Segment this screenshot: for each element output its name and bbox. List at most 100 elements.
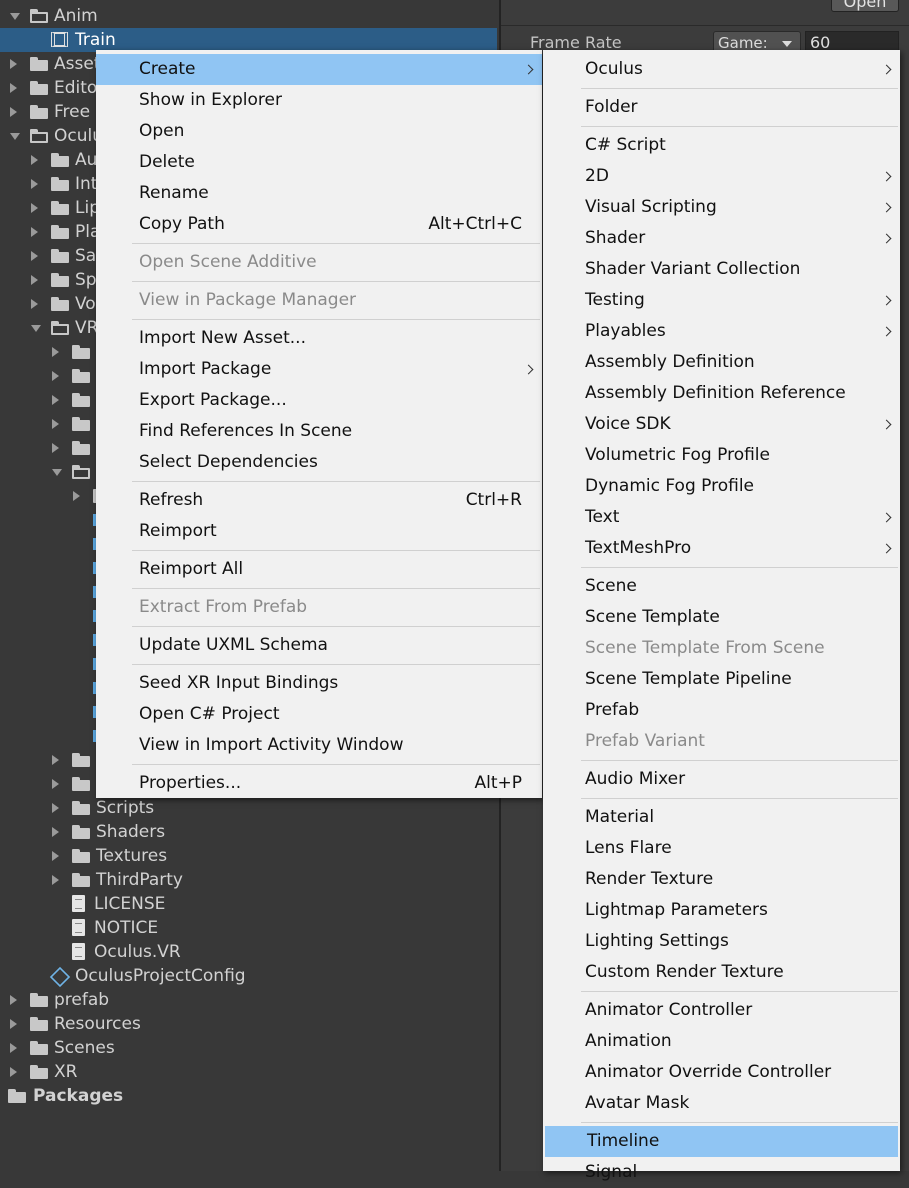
menu-item-testing[interactable]: Testing [543, 285, 900, 316]
menu-item-seed-xr-input-bindings[interactable]: Seed XR Input Bindings [96, 668, 542, 699]
tree-row-scripts[interactable]: Scripts [0, 796, 497, 820]
expand-arrow-right-icon[interactable] [31, 179, 38, 189]
menu-item-textmeshpro[interactable]: TextMeshPro [543, 533, 900, 564]
menu-item-material[interactable]: Material [543, 802, 900, 833]
menu-item-properties[interactable]: Properties... Alt+P [96, 768, 542, 799]
menu-item-rename[interactable]: Rename [96, 178, 542, 209]
expand-arrow-right-icon[interactable] [52, 443, 59, 453]
menu-item-visual-scripting[interactable]: Visual Scripting [543, 192, 900, 223]
expand-arrow-right-icon[interactable] [73, 491, 80, 501]
expand-arrow-down-icon[interactable] [10, 13, 20, 20]
expand-arrow-right-icon[interactable] [52, 347, 59, 357]
menu-item-signal[interactable]: Signal [543, 1157, 900, 1188]
expand-arrow-right-icon[interactable] [52, 419, 59, 429]
tree-row-shaders[interactable]: Shaders [0, 820, 497, 844]
menu-item-prefab[interactable]: Prefab [543, 695, 900, 726]
menu-item-folder[interactable]: Folder [543, 92, 900, 123]
menu-item-reimport[interactable]: Reimport [96, 516, 542, 547]
expand-arrow-right-icon[interactable] [31, 299, 38, 309]
tree-row-oculus-vr[interactable]: Oculus.VR [0, 940, 497, 964]
expand-arrow-right-icon[interactable] [31, 251, 38, 261]
menu-item-avatar-mask[interactable]: Avatar Mask [543, 1088, 900, 1119]
expand-arrow-right-icon[interactable] [10, 107, 17, 117]
tree-row-xr[interactable]: XR [0, 1060, 497, 1084]
expand-arrow-right-icon[interactable] [10, 1067, 17, 1077]
menu-item-lens-flare[interactable]: Lens Flare [543, 833, 900, 864]
menu-item-animation[interactable]: Animation [543, 1026, 900, 1057]
menu-item-lighting-settings[interactable]: Lighting Settings [543, 926, 900, 957]
expand-arrow-right-icon[interactable] [52, 779, 59, 789]
tree-row-packages[interactable]: Packages [0, 1084, 497, 1108]
menu-item-animator-controller[interactable]: Animator Controller [543, 995, 900, 1026]
expand-arrow-right-icon[interactable] [52, 803, 59, 813]
menu-item-render-texture[interactable]: Render Texture [543, 864, 900, 895]
tree-row-oculusprojectconfig[interactable]: OculusProjectConfig [0, 964, 497, 988]
menu-item-animator-override-controller[interactable]: Animator Override Controller [543, 1057, 900, 1088]
menu-item-lightmap-parameters[interactable]: Lightmap Parameters [543, 895, 900, 926]
tree-row-thirdparty[interactable]: ThirdParty [0, 868, 497, 892]
menu-item-copy-path[interactable]: Copy Path Alt+Ctrl+C [96, 209, 542, 240]
expand-arrow-right-icon[interactable] [52, 875, 59, 885]
menu-item-shader-variant-collection[interactable]: Shader Variant Collection [543, 254, 900, 285]
tree-row-anim[interactable]: Anim [0, 4, 497, 28]
menu-item-scene[interactable]: Scene [543, 571, 900, 602]
expand-arrow-right-icon[interactable] [52, 827, 59, 837]
menu-item-open-c-project[interactable]: Open C# Project [96, 699, 542, 730]
tree-row-prefab[interactable]: prefab [0, 988, 497, 1012]
menu-item-reimport-all[interactable]: Reimport All [96, 554, 542, 585]
menu-item-assembly-definition[interactable]: Assembly Definition [543, 347, 900, 378]
menu-item-c-script[interactable]: C# Script [543, 130, 900, 161]
menu-item-import-new-asset[interactable]: Import New Asset... [96, 323, 542, 354]
folder-icon [30, 1017, 48, 1031]
expand-arrow-down-icon[interactable] [10, 133, 20, 140]
menu-item-assembly-definition-reference[interactable]: Assembly Definition Reference [543, 378, 900, 409]
menu-item-show-in-explorer[interactable]: Show in Explorer [96, 85, 542, 116]
expand-arrow-right-icon[interactable] [52, 755, 59, 765]
menu-item-import-package[interactable]: Import Package [96, 354, 542, 385]
menu-item-audio-mixer[interactable]: Audio Mixer [543, 764, 900, 795]
menu-item-scene-template-pipeline[interactable]: Scene Template Pipeline [543, 664, 900, 695]
menu-item-open[interactable]: Open [96, 116, 542, 147]
menu-item-oculus[interactable]: Oculus [543, 54, 900, 85]
tree-row-scenes[interactable]: Scenes [0, 1036, 497, 1060]
tree-row-license[interactable]: LICENSE [0, 892, 497, 916]
expand-arrow-right-icon[interactable] [10, 995, 17, 1005]
menu-item-custom-render-texture[interactable]: Custom Render Texture [543, 957, 900, 988]
menu-item-delete[interactable]: Delete [96, 147, 542, 178]
expand-arrow-right-icon[interactable] [10, 1043, 17, 1053]
tree-row-textures[interactable]: Textures [0, 844, 497, 868]
menu-item-shader[interactable]: Shader [543, 223, 900, 254]
expand-arrow-right-icon[interactable] [52, 851, 59, 861]
tree-row-train[interactable]: Train [0, 28, 497, 52]
expand-arrow-right-icon[interactable] [10, 59, 17, 69]
menu-item-export-package[interactable]: Export Package... [96, 385, 542, 416]
expand-arrow-right-icon[interactable] [31, 275, 38, 285]
menu-item-select-dependencies[interactable]: Select Dependencies [96, 447, 542, 478]
menu-item-view-in-import-activity-window[interactable]: View in Import Activity Window [96, 730, 542, 761]
menu-item-find-references-in-scene[interactable]: Find References In Scene [96, 416, 542, 447]
menu-item-create[interactable]: Create [96, 54, 542, 85]
menu-item-timeline[interactable]: Timeline [545, 1126, 898, 1157]
expand-arrow-down-icon[interactable] [31, 325, 41, 332]
expand-arrow-right-icon[interactable] [31, 203, 38, 213]
menu-item-refresh[interactable]: Refresh Ctrl+R [96, 485, 542, 516]
menu-item-text[interactable]: Text [543, 502, 900, 533]
menu-item-playables[interactable]: Playables [543, 316, 900, 347]
tree-row-notice[interactable]: NOTICE [0, 916, 497, 940]
menu-item-view-in-package-manager: View in Package Manager [96, 285, 542, 316]
menu-item-scene-template[interactable]: Scene Template [543, 602, 900, 633]
expand-arrow-right-icon[interactable] [10, 83, 17, 93]
expand-arrow-right-icon[interactable] [52, 395, 59, 405]
menu-item-update-uxml-schema[interactable]: Update UXML Schema [96, 630, 542, 661]
expand-arrow-right-icon[interactable] [52, 371, 59, 381]
menu-item-voice-sdk[interactable]: Voice SDK [543, 409, 900, 440]
open-button[interactable]: Open [831, 0, 899, 12]
expand-arrow-right-icon[interactable] [31, 155, 38, 165]
menu-item-volumetric-fog-profile[interactable]: Volumetric Fog Profile [543, 440, 900, 471]
menu-item-dynamic-fog-profile[interactable]: Dynamic Fog Profile [543, 471, 900, 502]
tree-row-resources[interactable]: Resources [0, 1012, 497, 1036]
expand-arrow-right-icon[interactable] [31, 227, 38, 237]
menu-item-2d[interactable]: 2D [543, 161, 900, 192]
expand-arrow-right-icon[interactable] [10, 1019, 17, 1029]
expand-arrow-down-icon[interactable] [52, 469, 62, 476]
